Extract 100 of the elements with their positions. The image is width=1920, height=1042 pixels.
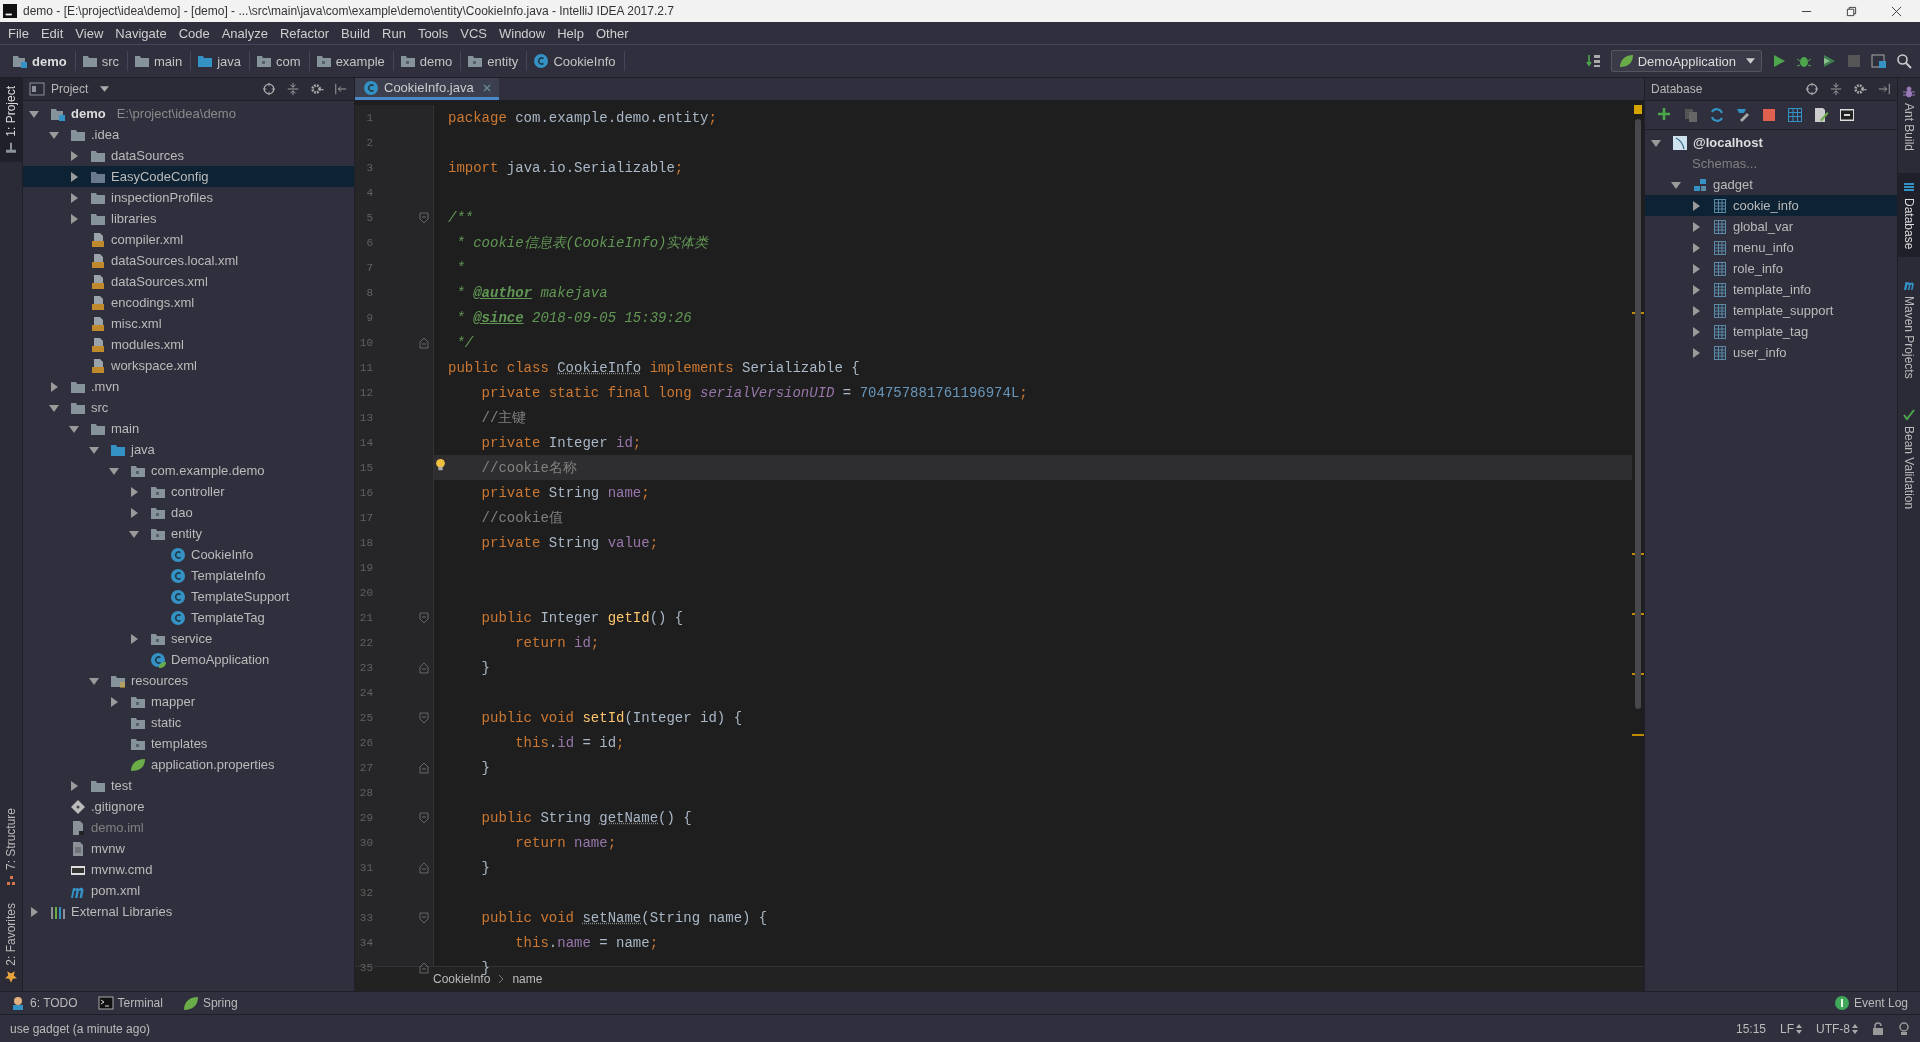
refresh-icon[interactable] [1709, 107, 1725, 123]
tree-item[interactable]: .mvn [23, 376, 354, 397]
collapsed-arrow-icon[interactable] [129, 486, 139, 497]
scrollbar-thumb[interactable] [1635, 119, 1641, 709]
collapsed-arrow-icon[interactable] [1691, 347, 1701, 358]
fold-marker-icon[interactable] [419, 911, 429, 924]
tree-item[interactable]: demo E:\project\idea\demo [23, 103, 354, 124]
tool-window-button[interactable]: Ant Build [1898, 78, 1920, 160]
expanded-arrow-icon[interactable] [89, 675, 99, 686]
encoding-selector[interactable]: UTF-8 [1816, 1021, 1858, 1036]
sort-icon[interactable] [1585, 53, 1602, 69]
tool-window-button[interactable]: Bean Validation [1898, 401, 1920, 518]
menu-item[interactable]: Refactor [273, 25, 336, 41]
tree-item[interactable]: role_info [1645, 258, 1897, 279]
tree-item[interactable]: External Libraries [23, 901, 354, 922]
tree-item[interactable]: encodings.xml [23, 292, 354, 313]
tree-item[interactable]: dao [23, 502, 354, 523]
tree-item[interactable]: modules.xml [23, 334, 354, 355]
coverage-icon[interactable] [1821, 53, 1837, 69]
fold-marker-icon[interactable] [419, 861, 429, 874]
menu-item[interactable]: VCS [454, 25, 493, 41]
edit-icon[interactable] [1813, 107, 1829, 123]
expanded-arrow-icon[interactable] [29, 108, 39, 119]
menu-item[interactable]: Tools [411, 25, 455, 41]
console-icon[interactable] [1839, 107, 1855, 123]
tree-item[interactable]: gadget [1645, 174, 1897, 195]
close-icon[interactable] [1891, 5, 1902, 17]
tool-window-button[interactable]: Database [1898, 173, 1920, 258]
tree-item[interactable]: TemplateSupport [23, 586, 354, 607]
breadcrumb-item[interactable]: demo [397, 51, 462, 71]
settings-icon[interactable] [1853, 82, 1867, 96]
tree-item[interactable]: mvnw.cmd [23, 859, 354, 880]
breadcrumb-item[interactable]: demo [10, 51, 76, 71]
editor-tab[interactable]: CookieInfo.java [355, 78, 499, 100]
tree-item[interactable]: .gitignore [23, 796, 354, 817]
tree-item[interactable]: @localhost [1645, 132, 1897, 153]
tree-item[interactable]: inspectionProfiles [23, 187, 354, 208]
menu-item[interactable]: View [69, 25, 110, 41]
tree-item[interactable]: dataSources.xml [23, 271, 354, 292]
breadcrumb-item[interactable]: java [195, 51, 251, 71]
locate-icon[interactable] [1805, 82, 1819, 96]
tree-item[interactable]: EasyCodeConfig [23, 166, 354, 187]
stop-icon[interactable] [1761, 107, 1777, 123]
expanded-arrow-icon[interactable] [1651, 137, 1661, 148]
tree-item[interactable]: service [23, 628, 354, 649]
fold-marker-icon[interactable] [419, 711, 429, 724]
tree-item[interactable]: dataSources.local.xml [23, 250, 354, 271]
lock-icon[interactable] [1872, 1021, 1884, 1036]
fold-marker-icon[interactable] [419, 661, 429, 674]
collapsed-arrow-icon[interactable] [69, 780, 79, 791]
lightbulb-icon[interactable] [435, 458, 446, 472]
tree-item[interactable]: .idea [23, 124, 354, 145]
tree-item[interactable]: dataSources [23, 145, 354, 166]
collapsed-arrow-icon[interactable] [1691, 263, 1701, 274]
code-breadcrumb[interactable]: name [512, 972, 543, 986]
collapse-all-icon[interactable] [286, 82, 300, 96]
menu-item[interactable]: File [2, 25, 35, 41]
menu-item[interactable]: Edit [34, 25, 70, 41]
tree-item[interactable]: DemoApplication [23, 649, 354, 670]
search-icon[interactable] [1896, 53, 1912, 69]
locate-icon[interactable] [262, 82, 276, 96]
menu-item[interactable]: Navigate [109, 25, 173, 41]
tree-item[interactable]: libraries [23, 208, 354, 229]
tree-item[interactable]: template_info [1645, 279, 1897, 300]
breadcrumb-item[interactable]: entity [465, 51, 528, 71]
collapsed-arrow-icon[interactable] [1691, 284, 1701, 295]
fold-marker-icon[interactable] [419, 761, 429, 774]
collapsed-arrow-icon[interactable] [1691, 326, 1701, 337]
table-icon[interactable] [1787, 107, 1803, 123]
tree-item[interactable]: CookieInfo [23, 544, 354, 565]
breadcrumb-item[interactable]: com [254, 51, 310, 71]
hide-panel-icon[interactable] [334, 82, 348, 96]
tree-item[interactable]: template_tag [1645, 321, 1897, 342]
tree-item[interactable]: user_info [1645, 342, 1897, 363]
collapsed-arrow-icon[interactable] [49, 381, 59, 392]
tree-item[interactable]: templates [23, 733, 354, 754]
collapsed-arrow-icon[interactable] [1691, 200, 1701, 211]
collapsed-arrow-icon[interactable] [29, 906, 39, 917]
breadcrumb-item[interactable]: src [79, 51, 128, 71]
tree-item[interactable]: compiler.xml [23, 229, 354, 250]
tree-item[interactable]: mapper [23, 691, 354, 712]
fold-marker-icon[interactable] [419, 611, 429, 624]
warning-stripe-mark[interactable] [1632, 733, 1644, 736]
expanded-arrow-icon[interactable] [109, 465, 119, 476]
tree-item[interactable]: template_support [1645, 300, 1897, 321]
fold-marker-icon[interactable] [419, 961, 429, 974]
expanded-arrow-icon[interactable] [129, 528, 139, 539]
expanded-arrow-icon[interactable] [49, 129, 59, 140]
tool-window-button[interactable]: 1: Project [0, 78, 22, 162]
tool-window-button[interactable]: 2: Favorites [0, 895, 22, 991]
tree-item[interactable]: global_var [1645, 216, 1897, 237]
tree-item[interactable]: TemplateTag [23, 607, 354, 628]
fold-marker-icon[interactable] [419, 811, 429, 824]
collapsed-arrow-icon[interactable] [69, 213, 79, 224]
project-view-dropdown[interactable]: Project [29, 81, 110, 97]
tree-item[interactable]: application.properties [23, 754, 354, 775]
tree-item[interactable]: src [23, 397, 354, 418]
collapsed-arrow-icon[interactable] [69, 171, 79, 182]
tree-item[interactable]: main [23, 418, 354, 439]
collapsed-arrow-icon[interactable] [109, 696, 119, 707]
